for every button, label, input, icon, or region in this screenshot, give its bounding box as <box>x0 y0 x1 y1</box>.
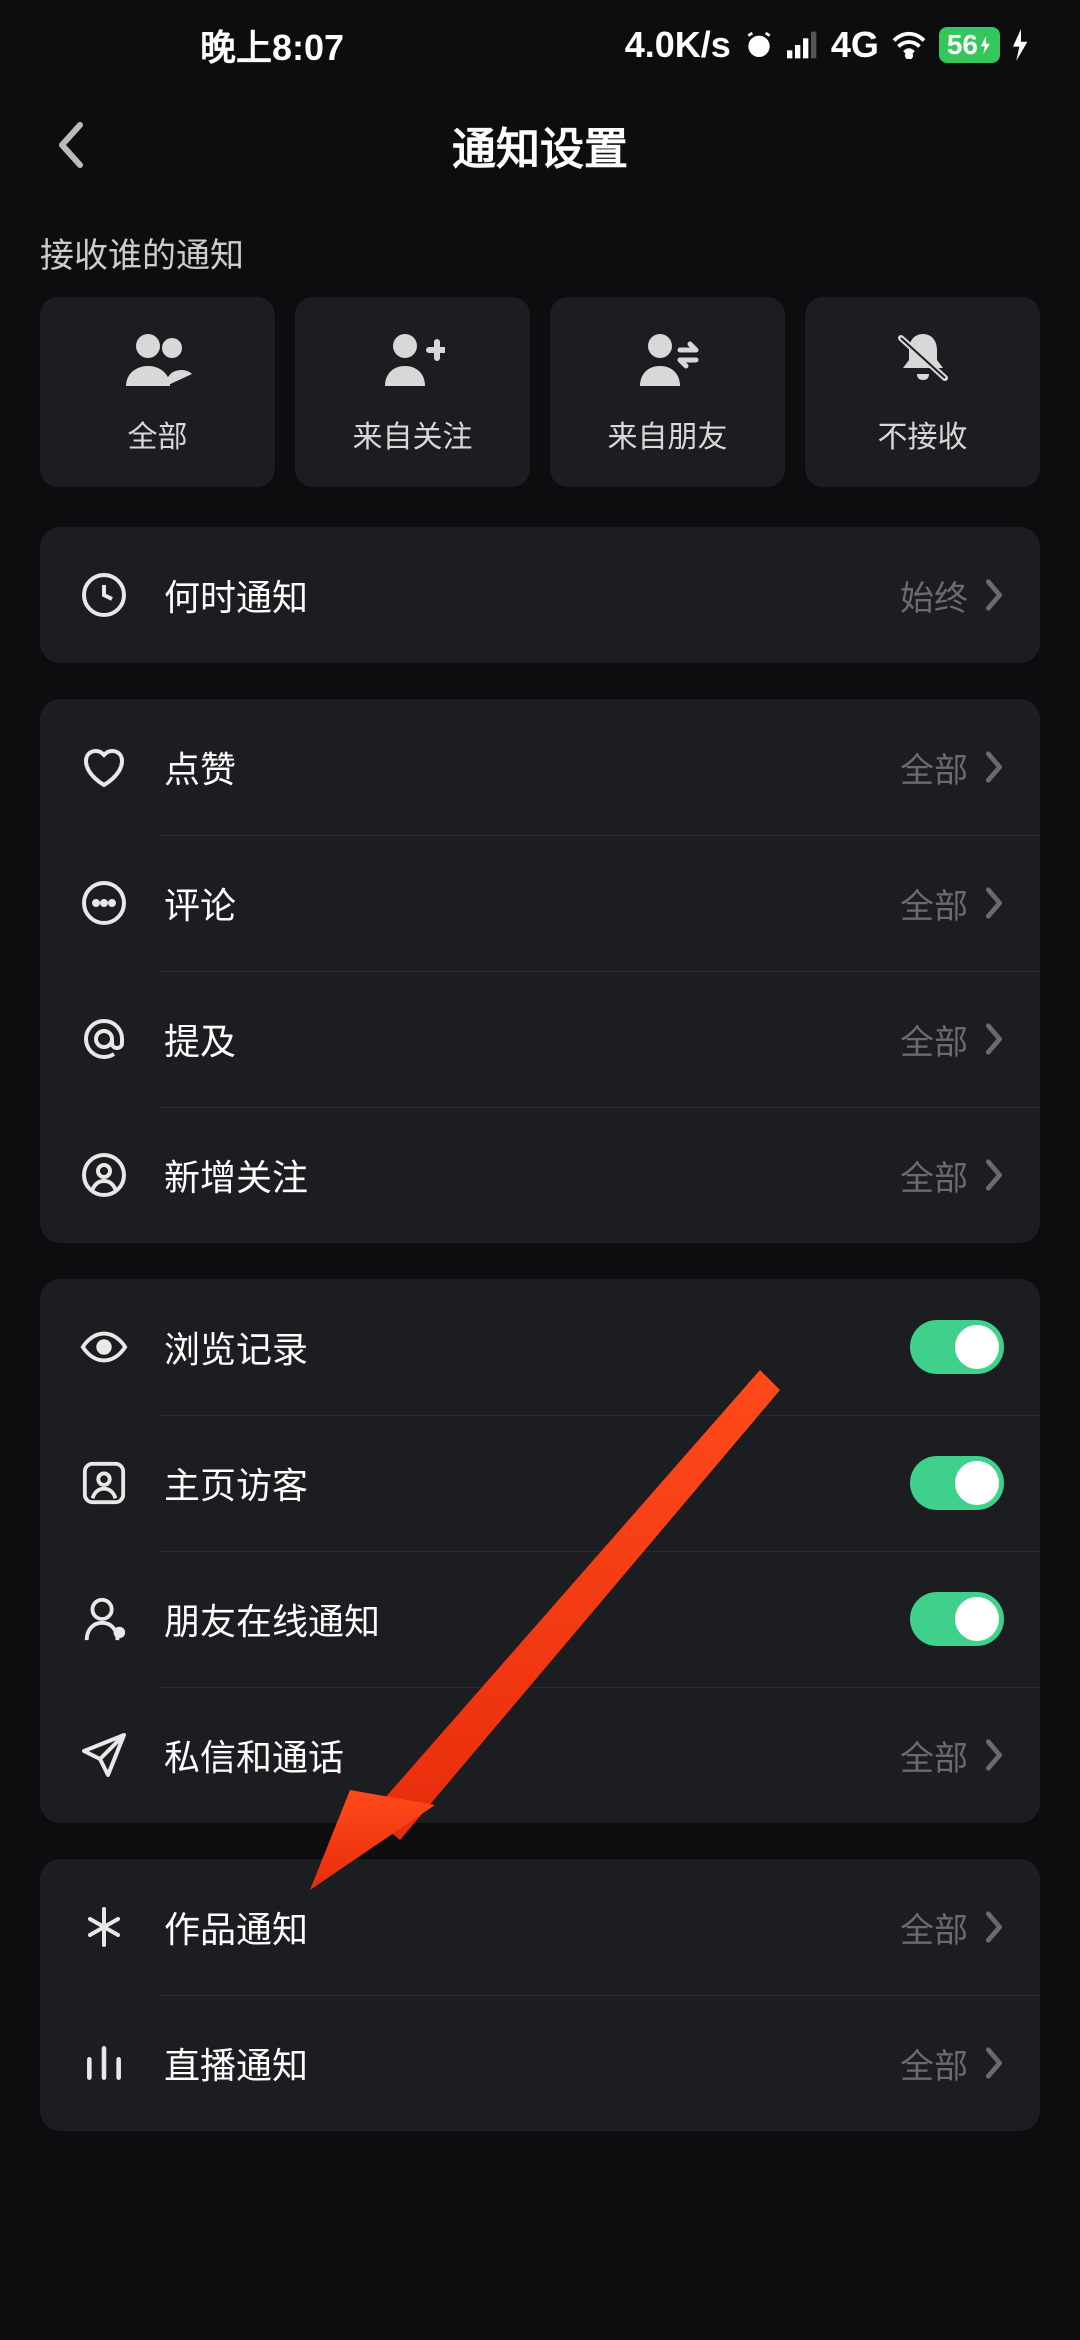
send-icon <box>76 1727 132 1783</box>
battery-indicator: 56 <box>939 27 1000 63</box>
chevron-right-icon <box>984 578 1004 612</box>
page-title: 通知设置 <box>40 113 1040 177</box>
row-new-follow[interactable]: 新增关注 全部 <box>40 1107 1040 1243</box>
alarm-icon <box>743 29 775 61</box>
network-type: 4G <box>831 24 879 66</box>
toggle-history[interactable] <box>910 1320 1004 1374</box>
status-time: 晚上8:07 <box>200 19 344 71</box>
person-circle-icon <box>76 1147 132 1203</box>
group-interactions: 点赞 全部 评论 全部 提及 全部 新增关注 全部 <box>40 699 1040 1243</box>
person-plus-icon <box>377 328 449 388</box>
row-live-value: 全部 <box>900 2039 968 2088</box>
row-dm-label: 私信和通话 <box>164 1729 900 1781</box>
chevron-right-icon <box>984 1738 1004 1772</box>
status-indicators: 4.0K/s 4G 56 <box>625 24 1030 66</box>
bars-icon <box>76 2035 132 2091</box>
group-content: 作品通知 全部 直播通知 全部 <box>40 1859 1040 2131</box>
row-works[interactable]: 作品通知 全部 <box>40 1859 1040 1995</box>
row-live-label: 直播通知 <box>164 2037 900 2089</box>
toggle-visitor[interactable] <box>910 1456 1004 1510</box>
row-dm[interactable]: 私信和通话 全部 <box>40 1687 1040 1823</box>
chevron-right-icon <box>984 750 1004 784</box>
row-comment[interactable]: 评论 全部 <box>40 835 1040 971</box>
filter-following[interactable]: 来自关注 <box>295 297 530 487</box>
bell-off-icon <box>887 328 959 388</box>
row-visitor[interactable]: 主页访客 <box>40 1415 1040 1551</box>
section-label-who: 接收谁的通知 <box>0 200 1080 297</box>
person-square-icon <box>76 1455 132 1511</box>
row-live[interactable]: 直播通知 全部 <box>40 1995 1040 2131</box>
row-online[interactable]: 朋友在线通知 <box>40 1551 1040 1687</box>
filter-none[interactable]: 不接收 <box>805 297 1040 487</box>
people-icon <box>122 328 194 388</box>
row-works-label: 作品通知 <box>164 1901 900 1953</box>
row-mention[interactable]: 提及 全部 <box>40 971 1040 1107</box>
group-activity: 浏览记录 主页访客 朋友在线通知 私信和通话 全部 <box>40 1279 1040 1823</box>
row-like-label: 点赞 <box>164 741 900 793</box>
row-history-label: 浏览记录 <box>164 1321 910 1373</box>
wifi-icon <box>891 31 927 59</box>
at-icon <box>76 1011 132 1067</box>
row-new-follow-value: 全部 <box>900 1151 968 1200</box>
person-swap-icon <box>632 328 704 388</box>
comment-icon <box>76 875 132 931</box>
row-mention-label: 提及 <box>164 1013 900 1065</box>
charging-icon <box>1012 29 1030 61</box>
chevron-right-icon <box>984 2046 1004 2080</box>
eye-icon <box>76 1319 132 1375</box>
chevron-right-icon <box>984 1910 1004 1944</box>
chevron-right-icon <box>984 886 1004 920</box>
row-comment-value: 全部 <box>900 879 968 928</box>
row-works-value: 全部 <box>900 1903 968 1952</box>
filter-all[interactable]: 全部 <box>40 297 275 487</box>
row-when-value: 始终 <box>900 571 968 620</box>
row-history[interactable]: 浏览记录 <box>40 1279 1040 1415</box>
sparkle-icon <box>76 1899 132 1955</box>
filter-all-label: 全部 <box>128 412 188 456</box>
heart-icon <box>76 739 132 795</box>
chevron-right-icon <box>984 1022 1004 1056</box>
filter-row: 全部 来自关注 来自朋友 不接收 <box>0 297 1080 527</box>
row-online-label: 朋友在线通知 <box>164 1593 910 1645</box>
row-like-value: 全部 <box>900 743 968 792</box>
row-visitor-label: 主页访客 <box>164 1457 910 1509</box>
chevron-right-icon <box>984 1158 1004 1192</box>
person-dot-icon <box>76 1591 132 1647</box>
filter-friends-label: 来自朋友 <box>608 412 728 456</box>
row-like[interactable]: 点赞 全部 <box>40 699 1040 835</box>
group-when: 何时通知 始终 <box>40 527 1040 663</box>
row-mention-value: 全部 <box>900 1015 968 1064</box>
row-when-label: 何时通知 <box>164 569 900 621</box>
filter-following-label: 来自关注 <box>353 412 473 456</box>
nav-header: 通知设置 <box>0 90 1080 200</box>
filter-friends[interactable]: 来自朋友 <box>550 297 785 487</box>
row-new-follow-label: 新增关注 <box>164 1149 900 1201</box>
row-when-notify[interactable]: 何时通知 始终 <box>40 527 1040 663</box>
status-bar: 晚上8:07 4.0K/s 4G 56 <box>0 0 1080 90</box>
row-comment-label: 评论 <box>164 877 900 929</box>
row-dm-value: 全部 <box>900 1731 968 1780</box>
network-speed: 4.0K/s <box>625 24 731 66</box>
clock-icon <box>76 567 132 623</box>
toggle-online[interactable] <box>910 1592 1004 1646</box>
signal-icon <box>787 31 819 59</box>
filter-none-label: 不接收 <box>878 412 968 456</box>
back-button[interactable] <box>40 115 100 175</box>
